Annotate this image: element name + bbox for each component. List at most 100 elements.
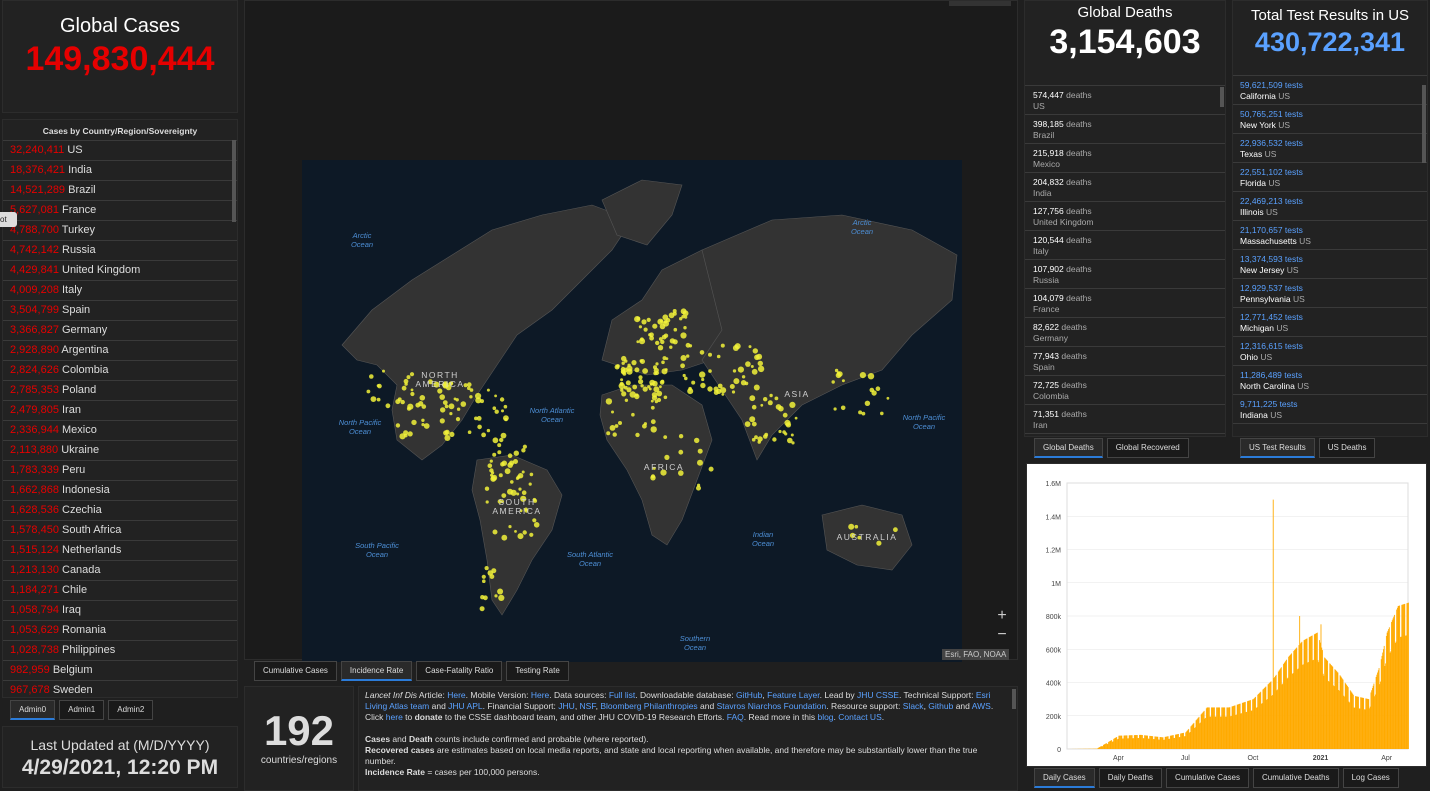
case-marker[interactable] [664, 368, 668, 372]
case-marker[interactable] [498, 594, 505, 601]
list-item[interactable]: 82,622 deaths Germany [1025, 318, 1225, 347]
case-marker[interactable] [449, 412, 453, 416]
case-marker[interactable] [455, 417, 461, 422]
case-marker[interactable] [641, 319, 647, 325]
info-link[interactable]: Feature Layer [767, 690, 819, 700]
case-marker[interactable] [751, 404, 757, 410]
case-marker[interactable] [661, 360, 665, 365]
case-marker[interactable] [664, 454, 670, 460]
case-marker[interactable] [684, 376, 688, 381]
case-marker[interactable] [481, 574, 486, 579]
case-marker[interactable] [684, 315, 688, 319]
list-item[interactable]: 5,627,081 France [3, 201, 237, 221]
case-marker[interactable] [500, 432, 507, 439]
case-marker[interactable] [744, 421, 751, 427]
case-marker[interactable] [460, 401, 467, 407]
list-item[interactable]: 4,742,142 Russia [3, 241, 237, 261]
tab-testing-rate[interactable]: Testing Rate [506, 661, 569, 681]
case-marker[interactable] [612, 432, 617, 437]
list-item[interactable]: 967,678 Sweden [3, 681, 237, 697]
case-marker[interactable] [772, 437, 777, 442]
case-marker[interactable] [656, 397, 662, 403]
case-marker[interactable] [708, 466, 714, 472]
case-marker[interactable] [858, 410, 863, 415]
tab-log-cases[interactable]: Log Cases [1342, 768, 1399, 788]
case-marker[interactable] [663, 435, 668, 439]
list-item[interactable]: 2,824,626 Colombia [3, 361, 237, 381]
case-marker[interactable] [400, 399, 405, 405]
case-marker[interactable] [680, 363, 685, 369]
case-marker[interactable] [483, 595, 488, 601]
case-marker[interactable] [482, 579, 486, 583]
case-marker[interactable] [672, 311, 677, 316]
list-item[interactable]: 1,028,738 Philippines [3, 641, 237, 661]
case-marker[interactable] [659, 319, 663, 323]
case-marker[interactable] [720, 343, 725, 348]
case-marker[interactable] [680, 308, 687, 315]
info-link[interactable]: NSF [580, 701, 596, 711]
case-marker[interactable] [440, 407, 446, 413]
list-item[interactable]: 1,515,124 Netherlands [3, 541, 237, 561]
case-marker[interactable] [751, 368, 758, 375]
case-marker[interactable] [650, 475, 656, 481]
case-marker[interactable] [423, 423, 430, 429]
tab-daily-deaths[interactable]: Daily Deaths [1098, 768, 1163, 788]
case-marker[interactable] [614, 364, 620, 370]
case-marker[interactable] [627, 363, 631, 367]
case-marker[interactable] [410, 388, 414, 392]
list-item[interactable]: 21,170,657 tests Massachusetts US [1233, 221, 1427, 250]
case-marker[interactable] [522, 444, 527, 449]
case-marker[interactable] [691, 380, 696, 385]
case-marker[interactable] [611, 410, 614, 414]
case-marker[interactable] [643, 422, 647, 426]
list-item[interactable]: 127,756 deaths United Kingdom [1025, 202, 1225, 231]
case-marker[interactable] [419, 395, 426, 401]
case-marker[interactable] [421, 418, 425, 422]
case-marker[interactable] [716, 354, 721, 359]
case-marker[interactable] [697, 483, 701, 487]
case-marker[interactable] [521, 470, 525, 474]
case-marker[interactable] [411, 419, 417, 426]
list-item[interactable]: 12,929,537 tests Pennsylvania US [1233, 279, 1427, 308]
list-item[interactable]: 77,943 deaths Spain [1025, 347, 1225, 376]
case-marker[interactable] [635, 432, 640, 438]
zoom-in-button[interactable]: + [993, 607, 1011, 625]
case-marker[interactable] [618, 382, 625, 390]
case-marker[interactable] [632, 384, 638, 390]
case-marker[interactable] [686, 354, 690, 358]
case-marker[interactable] [503, 404, 508, 409]
case-marker[interactable] [669, 345, 673, 349]
case-marker[interactable] [740, 380, 747, 386]
list-item[interactable]: 71,351 deaths Iran [1025, 405, 1225, 434]
info-link[interactable]: Full list [609, 690, 635, 700]
case-marker[interactable] [475, 397, 482, 404]
cases-list-scrollbar[interactable] [232, 140, 236, 222]
list-item[interactable]: 1,213,130 Canada [3, 561, 237, 581]
case-marker[interactable] [655, 362, 659, 366]
case-marker[interactable] [620, 369, 626, 374]
case-marker[interactable] [731, 390, 736, 394]
case-marker[interactable] [659, 385, 662, 389]
list-item[interactable]: 1,783,339 Peru [3, 461, 237, 481]
case-marker[interactable] [489, 459, 493, 463]
case-marker[interactable] [621, 361, 625, 365]
tab-us-test-results[interactable]: US Test Results [1240, 438, 1315, 458]
case-marker[interactable] [658, 337, 663, 341]
case-marker[interactable] [634, 367, 640, 373]
list-item[interactable]: 22,551,102 tests Florida US [1233, 163, 1427, 192]
list-item[interactable]: 3,504,799 Spain [3, 301, 237, 321]
case-marker[interactable] [656, 390, 663, 397]
list-item[interactable]: 1,058,794 Iraq [3, 601, 237, 621]
case-marker[interactable] [404, 433, 408, 438]
case-marker[interactable] [655, 340, 660, 346]
case-marker[interactable] [510, 480, 514, 484]
case-marker[interactable] [504, 468, 511, 475]
case-marker[interactable] [638, 379, 644, 385]
case-marker[interactable] [467, 382, 472, 387]
case-marker[interactable] [748, 345, 752, 349]
list-item[interactable]: 4,009,208 Italy [3, 281, 237, 301]
info-link[interactable]: Contact US [838, 712, 881, 722]
case-marker[interactable] [532, 518, 537, 523]
list-item[interactable]: 3,366,827 Germany [3, 321, 237, 341]
case-marker[interactable] [649, 382, 653, 386]
